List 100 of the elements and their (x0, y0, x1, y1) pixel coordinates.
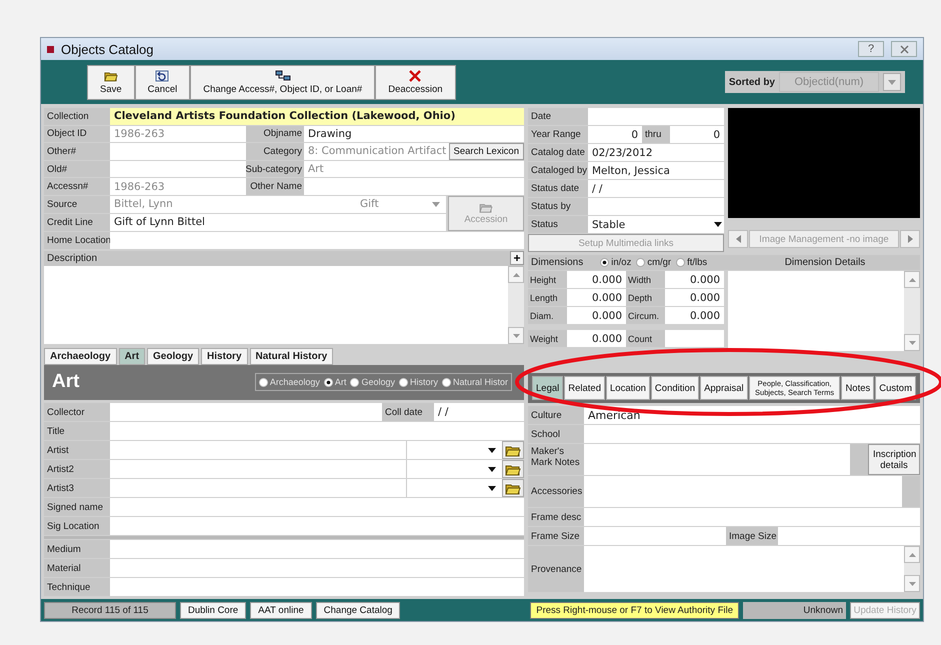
number-field[interactable]: 0.000 (665, 289, 724, 306)
radio-option[interactable]: ft/lbs (676, 257, 708, 268)
scroll-down-button[interactable] (904, 334, 920, 351)
radio-option[interactable]: Natural Histor (442, 377, 508, 388)
tab[interactable]: Location (606, 376, 650, 400)
dropdown-arrow-icon[interactable] (488, 486, 496, 491)
search-lexicon-button[interactable]: Search Lexicon (448, 143, 524, 160)
text-field[interactable] (584, 476, 902, 507)
text-field[interactable] (110, 441, 406, 460)
text-field[interactable] (110, 517, 524, 536)
status-dropdown[interactable]: Stable (588, 216, 724, 233)
field-label: Image Size (726, 527, 778, 545)
number-field[interactable]: 0.000 (665, 271, 724, 288)
scroll-down-button[interactable] (904, 575, 920, 592)
field-label: Objname (246, 126, 304, 142)
field-label: Accessories (528, 476, 584, 507)
text-field[interactable] (110, 143, 246, 160)
text-field[interactable]: / / (588, 180, 724, 197)
help-button[interactable]: ? (858, 41, 884, 57)
radio-option[interactable]: Art (324, 377, 346, 388)
up-arrow-icon (908, 552, 916, 556)
tab[interactable]: Natural History (250, 348, 334, 365)
radio-option[interactable]: Archaeology (258, 377, 320, 388)
credit-line-field[interactable]: Gift of Lynn Bittel (110, 214, 356, 231)
radio-option[interactable]: cm/gr (636, 257, 672, 268)
number-field[interactable]: 0.000 (567, 271, 626, 288)
tab[interactable]: Appraisal (700, 376, 748, 400)
text-field[interactable] (110, 540, 524, 558)
text-field[interactable] (584, 425, 920, 443)
text-field[interactable] (588, 198, 724, 215)
text-field[interactable] (110, 479, 406, 498)
field-label: Width (626, 271, 665, 288)
text-field[interactable] (110, 460, 406, 478)
scroll-down-button[interactable] (508, 327, 524, 344)
text-field[interactable] (110, 160, 246, 178)
year-from-field[interactable]: 0 (588, 126, 642, 143)
tab[interactable]: Archaeology (44, 348, 117, 365)
text-field[interactable] (304, 178, 524, 195)
lookup-button[interactable] (502, 460, 524, 478)
tab[interactable]: Art (118, 348, 146, 365)
dropdown-arrow-icon[interactable] (714, 222, 722, 227)
field-label: Other Name (246, 178, 304, 195)
text-field[interactable] (110, 578, 524, 596)
number-field[interactable]: 0.000 (567, 289, 626, 306)
scroll-up-button[interactable] (904, 546, 920, 563)
field-label: Frame Size (528, 527, 584, 545)
status-bar-button[interactable]: AAT online (250, 602, 312, 618)
collection-field[interactable]: Cleveland Artists Foundation Collection (Lakewood, Ohio) (110, 108, 524, 125)
text-field[interactable] (110, 498, 524, 516)
year-to-field[interactable]: 0 (670, 126, 724, 143)
text-field[interactable] (110, 403, 382, 422)
text-field[interactable] (588, 108, 724, 125)
tab[interactable]: Condition (650, 376, 700, 400)
previous-button[interactable] (728, 230, 748, 248)
number-field[interactable]: 0.000 (665, 307, 724, 324)
radio-option[interactable]: History (398, 377, 438, 388)
lookup-button[interactable] (502, 479, 524, 498)
text-field[interactable] (584, 527, 726, 545)
add-button[interactable]: + (510, 251, 524, 266)
dropdown-button[interactable] (883, 73, 901, 91)
text-field[interactable]: Melton, Jessica (588, 162, 724, 179)
text-field[interactable] (110, 422, 524, 440)
tab[interactable]: Custom (875, 376, 916, 400)
provenance-field[interactable] (584, 546, 920, 592)
notes-field[interactable] (584, 444, 850, 475)
date-field[interactable]: / / (434, 403, 524, 422)
folder-icon (505, 482, 521, 495)
radio-option[interactable]: Geology (350, 377, 395, 388)
dimension-details-field[interactable] (728, 271, 920, 351)
description-field[interactable] (44, 266, 524, 344)
close-button[interactable] (891, 41, 917, 57)
tab[interactable]: History (201, 348, 248, 365)
text-field[interactable] (778, 527, 920, 545)
inscription-details-button[interactable]: Inscription details (868, 444, 920, 475)
text-field[interactable] (356, 214, 446, 231)
text-field[interactable] (110, 559, 524, 578)
toolbar-button[interactable]: Save (87, 64, 135, 100)
down-arrow-icon (908, 582, 916, 586)
lookup-button[interactable] (502, 441, 524, 460)
text-field[interactable]: 02/23/2012 (588, 144, 724, 161)
number-field[interactable]: 0.000 (567, 330, 626, 347)
status-bar-button[interactable]: Change Catalog (316, 602, 400, 618)
dropdown-arrow-icon[interactable] (488, 466, 496, 472)
toolbar-button[interactable]: Deaccession (375, 64, 456, 100)
number-field[interactable] (665, 330, 724, 347)
status-bar-button[interactable]: Dublin Core (180, 602, 246, 618)
number-field[interactable]: 0.000 (567, 307, 626, 324)
home-location-field[interactable] (110, 232, 524, 249)
scroll-up-button[interactable] (508, 266, 524, 284)
dropdown-arrow-icon[interactable] (488, 448, 496, 453)
scroll-up-button[interactable] (904, 271, 920, 288)
text-field[interactable]: Drawing (304, 126, 524, 142)
tab[interactable]: Geology (147, 348, 200, 365)
tab[interactable]: Notes (841, 376, 874, 400)
text-field[interactable] (584, 508, 920, 526)
toolbar-button[interactable]: Change Access#, Object ID, or Loan# (190, 64, 376, 100)
next-button[interactable] (900, 230, 920, 248)
tab[interactable]: Related (564, 376, 605, 400)
toolbar-button[interactable]: Cancel (134, 64, 190, 100)
radio-option[interactable]: in/oz (600, 257, 632, 268)
